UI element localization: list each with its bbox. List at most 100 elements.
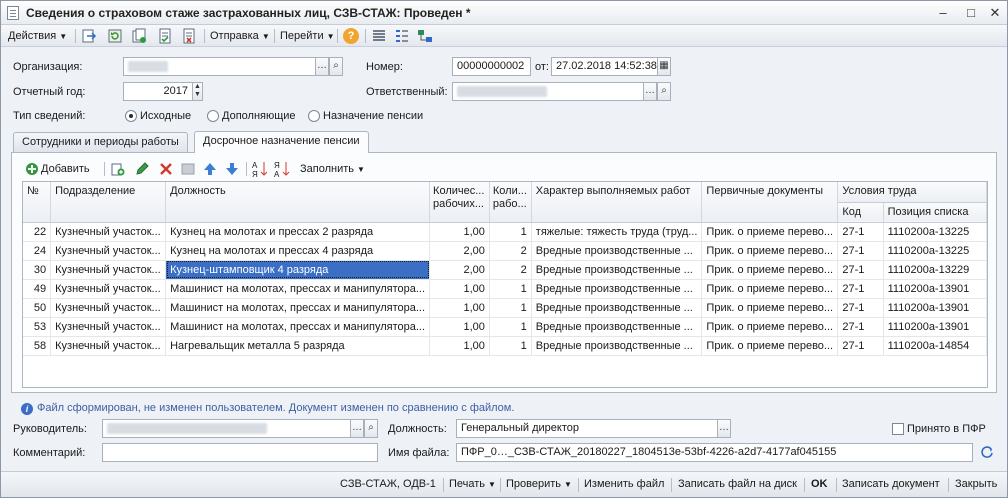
cell-nature[interactable]: Вредные производственные ... xyxy=(531,336,703,356)
close-button[interactable]: ✕ xyxy=(985,4,1005,22)
responsible-select-button[interactable]: … xyxy=(643,82,657,101)
post-and-close-icon[interactable] xyxy=(81,28,97,44)
write-file-button[interactable]: Записать файл на диск xyxy=(678,478,797,490)
calendar-icon[interactable]: ▦ xyxy=(657,57,671,76)
cell-code[interactable]: 27-1 xyxy=(837,241,884,261)
cell-position[interactable]: Машинист на молотах, прессах и манипулят… xyxy=(165,317,431,337)
copy-row-icon[interactable] xyxy=(110,161,126,177)
structure-icon[interactable] xyxy=(394,28,410,44)
number-field[interactable]: 00000000002 xyxy=(452,57,531,76)
organization-open-button[interactable]: ⌕ xyxy=(329,57,343,76)
responsible-field[interactable] xyxy=(452,82,644,101)
cell-code[interactable]: 27-1 xyxy=(837,298,884,318)
cell-list-pos[interactable]: 1110200а-13901 xyxy=(883,317,987,337)
unpost-document-icon[interactable] xyxy=(181,28,197,44)
minimize-button[interactable]: – xyxy=(933,4,953,22)
early-pension-table[interactable]: № Подразделение Должность Количес... раб… xyxy=(22,181,988,388)
move-up-icon[interactable] xyxy=(202,161,218,177)
edit-file-button[interactable]: Изменить файл xyxy=(584,478,664,490)
type-pension-radio[interactable] xyxy=(308,110,320,122)
cell-list-pos[interactable]: 1110200а-13901 xyxy=(883,279,987,299)
head-open-button[interactable]: ⌕ xyxy=(364,419,378,438)
cell-code[interactable]: 27-1 xyxy=(837,336,884,356)
col-header-code[interactable]: Код xyxy=(837,202,884,223)
cell-docs[interactable]: Прик. о приеме перево... xyxy=(701,279,839,299)
print-menu[interactable]: Печать ▼ xyxy=(449,478,496,490)
cell-docs[interactable]: Прик. о приеме перево... xyxy=(701,317,839,337)
cell-nature[interactable]: Вредные производственные ... xyxy=(531,317,703,337)
cell-places[interactable]: 1 xyxy=(489,336,532,356)
cell-position[interactable]: Кузнец-штамповщик 4 разряда xyxy=(165,260,431,280)
cell-num[interactable]: 50 xyxy=(23,298,52,318)
cell-workers[interactable]: 1,00 xyxy=(429,279,490,299)
cell-places[interactable]: 1 xyxy=(489,222,532,242)
col-header-list-pos[interactable]: Позиция списка xyxy=(883,202,987,223)
cell-nature[interactable]: Вредные производственные ... xyxy=(531,241,703,261)
cell-num[interactable]: 58 xyxy=(23,336,52,356)
accepted-checkbox[interactable] xyxy=(892,423,904,435)
cell-workers[interactable]: 1,00 xyxy=(429,298,490,318)
head-select-button[interactable]: … xyxy=(350,419,364,438)
type-original-radio[interactable] xyxy=(125,110,137,122)
form-name-button[interactable]: СЗВ-СТАЖ, ОДВ-1 xyxy=(340,478,436,490)
goto-menu[interactable]: Перейти ▼ xyxy=(280,28,335,44)
help-icon[interactable]: ? xyxy=(343,28,359,44)
cell-position[interactable]: Кузнец на молотах и прессах 4 разряда xyxy=(165,241,431,261)
list-view-icon[interactable] xyxy=(371,28,387,44)
cell-position[interactable]: Машинист на молотах, прессах и манипулят… xyxy=(165,279,431,299)
maximize-button[interactable]: □ xyxy=(961,4,981,22)
cell-workers[interactable]: 2,00 xyxy=(429,260,490,280)
cell-code[interactable]: 27-1 xyxy=(837,222,884,242)
cell-places[interactable]: 1 xyxy=(489,279,532,299)
cell-position[interactable]: Нагревальщик металла 5 разряда xyxy=(165,336,431,356)
cell-docs[interactable]: Прик. о приеме перево... xyxy=(701,298,839,318)
cell-dept[interactable]: Кузнечный участок... xyxy=(50,222,167,242)
cell-workers[interactable]: 1,00 xyxy=(429,222,490,242)
fill-menu[interactable]: Заполнить ▼ xyxy=(300,163,365,175)
type-supplementary-radio[interactable] xyxy=(207,110,219,122)
refresh-filename-icon[interactable] xyxy=(979,444,995,460)
col-header-docs[interactable]: Первичные документы xyxy=(701,182,839,223)
cell-position[interactable]: Машинист на молотах, прессах и манипулят… xyxy=(165,298,431,318)
year-field[interactable]: 2017 xyxy=(123,82,193,101)
post-select-button[interactable]: … xyxy=(717,419,731,438)
post-field[interactable]: Генеральный директор xyxy=(456,419,718,438)
comment-field[interactable] xyxy=(102,443,378,462)
cell-dept[interactable]: Кузнечный участок... xyxy=(50,336,167,356)
cell-code[interactable]: 27-1 xyxy=(837,317,884,337)
document-flow-icon[interactable] xyxy=(417,28,433,44)
cell-num[interactable]: 53 xyxy=(23,317,52,337)
col-header-conditions[interactable]: Условия труда xyxy=(837,182,987,203)
close-form-button[interactable]: Закрыть xyxy=(955,478,997,490)
cell-num[interactable]: 24 xyxy=(23,241,52,261)
col-header-workers[interactable]: Количес... рабочих... xyxy=(429,182,490,223)
cell-list-pos[interactable]: 1110200а-13225 xyxy=(883,222,987,242)
date-field[interactable]: 27.02.2018 14:52:38 xyxy=(551,57,659,76)
move-down-icon[interactable] xyxy=(224,161,240,177)
col-header-places[interactable]: Коли... рабо... xyxy=(489,182,532,223)
table-row[interactable]: 53 Кузнечный участок... Машинист на молота… xyxy=(23,317,987,337)
check-menu[interactable]: Проверить ▼ xyxy=(506,478,572,490)
table-row[interactable]: 22 Кузнечный участок... Кузнец на молотах … xyxy=(23,222,987,242)
year-stepper[interactable]: ▲ ▼ xyxy=(192,82,203,101)
actions-menu[interactable]: Действия ▼ xyxy=(8,28,67,44)
responsible-open-button[interactable]: ⌕ xyxy=(657,82,671,101)
cell-nature[interactable]: тяжелые: тяжесть труда (труд... xyxy=(531,222,703,242)
refresh-icon[interactable] xyxy=(107,28,123,44)
cell-places[interactable]: 2 xyxy=(489,241,532,261)
table-row[interactable]: 30 Кузнечный участок... Кузнец-штамповщик … xyxy=(23,260,987,280)
cell-places[interactable]: 2 xyxy=(489,260,532,280)
cell-num[interactable]: 49 xyxy=(23,279,52,299)
delete-icon[interactable] xyxy=(158,161,174,177)
cell-places[interactable]: 1 xyxy=(489,298,532,318)
cell-docs[interactable]: Прик. о приеме перево... xyxy=(701,241,839,261)
table-row[interactable]: 24 Кузнечный участок... Кузнец на молотах … xyxy=(23,241,987,261)
col-header-num[interactable]: № xyxy=(23,182,52,223)
save-document-button[interactable]: Записать документ xyxy=(842,478,940,490)
ok-button[interactable]: OK xyxy=(811,478,828,490)
cell-dept[interactable]: Кузнечный участок... xyxy=(50,260,167,280)
col-header-position[interactable]: Должность xyxy=(165,182,431,223)
organization-field[interactable] xyxy=(123,57,316,76)
cell-code[interactable]: 27-1 xyxy=(837,279,884,299)
table-row[interactable]: 50 Кузнечный участок... Машинист на молота… xyxy=(23,298,987,318)
